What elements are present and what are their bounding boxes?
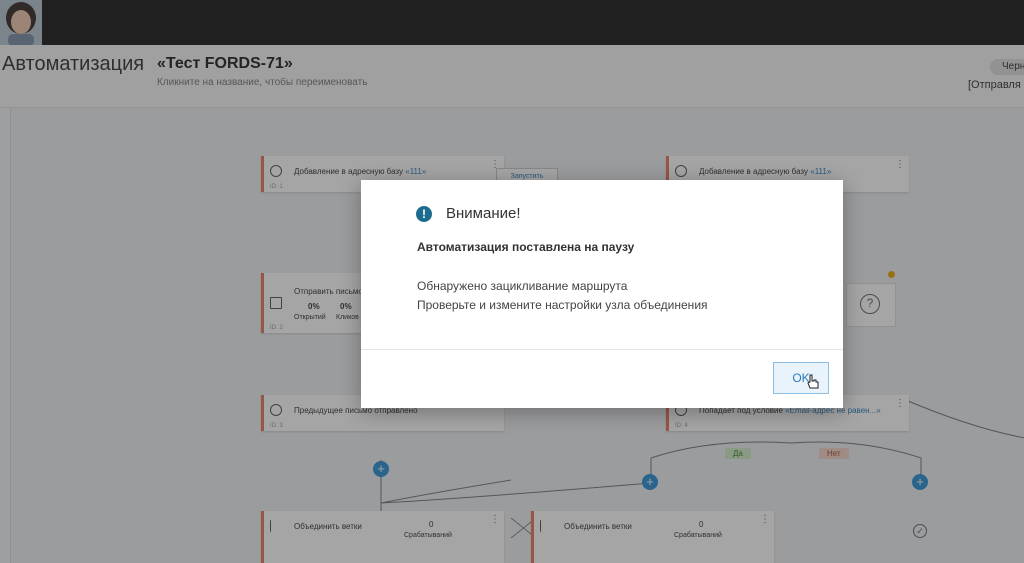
ok-button[interactable]: OK: [773, 362, 829, 394]
hand-cursor-icon: [807, 374, 819, 389]
dialog-title: Внимание!: [446, 205, 521, 222]
info-icon: !: [416, 206, 432, 222]
dialog-message-line: Проверьте и измените настройки узла объе…: [417, 298, 708, 312]
dialog-divider: [361, 349, 843, 350]
dialog-message-line: Обнаружено зацикливание маршрута: [417, 279, 628, 293]
alert-dialog: ! Внимание! Автоматизация поставлена на …: [361, 180, 843, 408]
dialog-subtitle: Автоматизация поставлена на паузу: [417, 240, 635, 254]
